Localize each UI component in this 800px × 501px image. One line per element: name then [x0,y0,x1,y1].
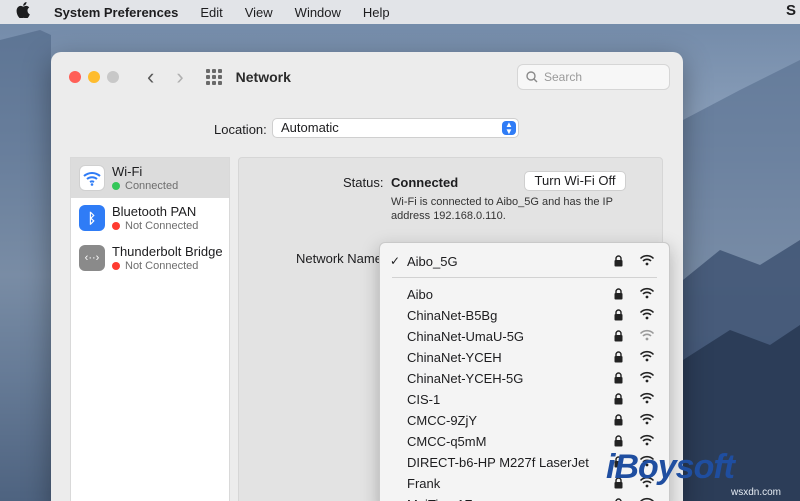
window-title: Network [235,69,291,85]
checkmark-icon: ✓ [390,254,401,268]
lock-icon [614,414,623,429]
wifi-signal-icon [639,308,655,323]
menu-bar: System Preferences Edit View Window Help… [0,0,800,24]
menu-app-name[interactable]: System Preferences [54,5,178,20]
zoom-button[interactable] [107,71,119,83]
network-item[interactable]: ChinaNet-B5Bg [380,305,669,326]
network-name: ChinaNet-YCEH-5G [407,371,524,386]
status-dot-icon [112,181,120,190]
iboysoft-logo: iBoysoft [606,448,735,486]
network-name-label: Network Name [296,251,382,266]
menu-help[interactable]: Help [363,5,390,20]
minimize-button[interactable] [88,71,100,83]
lock-icon [614,351,623,366]
network-name: Frank [407,476,441,491]
wifi-signal-icon [639,329,655,344]
network-service-list: Wi-Fi Connected ᛒ Bluetooth PAN Not Conn… [70,157,230,501]
lock-icon [614,330,623,345]
status-dot-icon [112,261,120,270]
service-name: Thunderbolt Bridge [112,243,223,259]
lock-icon [614,288,623,303]
wifi-signal-icon [639,287,655,302]
service-status-text: Not Connected [125,219,199,232]
menu-window[interactable]: Window [295,5,341,20]
wifi-signal-icon [639,371,655,386]
status-description: Wi-Fi is connected to Aibo_5G and has th… [391,196,613,222]
lock-icon [614,309,623,324]
wifi-signal-icon [639,434,655,449]
network-name: CMCC-q5mM [407,434,487,449]
service-status: Not Connected [112,219,198,233]
forward-arrow-icon[interactable]: › [176,66,183,88]
search-field[interactable]: Search [517,64,670,90]
network-item[interactable]: ChinaNet-YCEH [380,347,669,368]
location-select[interactable]: Automatic ▲ ▼ [272,118,519,138]
lock-icon [614,372,623,387]
network-name: CIS-1 [407,392,441,407]
network-item[interactable]: Aibo [380,284,669,305]
network-item[interactable]: CMCC-9ZjY [380,410,669,431]
lock-icon [614,393,623,408]
status-menu-icon[interactable]: S [786,2,796,19]
apple-menu-icon[interactable] [16,2,38,22]
status-dot-icon [112,221,120,230]
menu-edit[interactable]: Edit [200,5,222,20]
menu-view[interactable]: View [245,5,273,20]
menu-separator [392,277,657,278]
network-name: ChinaNet-YCEH [407,350,502,365]
service-name: Wi-Fi [112,163,143,179]
network-item[interactable]: ChinaNet-YCEH-5G [380,368,669,389]
location-label: Location: [214,122,267,137]
wifi-signal-icon [639,254,655,269]
bluetooth-icon: ᛒ [79,205,105,231]
network-name: Aibo [407,287,434,302]
service-name: Bluetooth PAN [112,203,197,219]
location-value: Automatic [281,120,339,135]
close-button[interactable] [69,71,81,83]
network-name: Aibo_5G [407,254,458,269]
service-bluetooth-pan[interactable]: ᛒ Bluetooth PAN Not Connected [71,198,229,238]
search-icon [526,71,538,83]
service-status-text: Not Connected [125,259,199,272]
service-thunderbolt-bridge[interactable]: ‹··› Thunderbolt Bridge Not Connected [71,238,229,278]
window-controls [69,71,119,83]
network-name: MaiTian-1F [407,497,472,501]
wifi-signal-icon [639,497,655,501]
thunderbolt-icon: ‹··› [79,245,105,271]
service-status: Not Connected [112,259,223,273]
show-all-grid-icon[interactable] [205,69,222,85]
turn-wifi-off-button[interactable]: Turn Wi-Fi Off [524,171,626,191]
network-name: ChinaNet-UmaU-5G [407,329,525,344]
search-placeholder: Search [544,70,583,84]
site-watermark: wsxdn.com [731,487,782,498]
network-name: DIRECT-b6-HP M227f LaserJet [407,455,589,470]
network-name: ChinaNet-B5Bg [407,308,498,323]
service-status: Connected [112,179,178,193]
chevron-updown-icon: ▲ ▼ [502,121,516,136]
title-bar: ‹ › Network Search [51,52,683,102]
network-item[interactable]: ChinaNet-UmaU-5G [380,326,669,347]
wifi-signal-icon [639,350,655,365]
service-status-text: Connected [125,179,179,192]
network-name: CMCC-9ZjY [407,413,478,428]
status-value: Connected [391,175,459,190]
wifi-signal-icon [639,413,655,428]
service-wifi[interactable]: Wi-Fi Connected [71,158,229,198]
wifi-signal-icon [639,392,655,407]
back-arrow-icon[interactable]: ‹ [147,66,154,88]
network-item[interactable]: MaiTian-1F [380,494,669,501]
status-label: Status: [343,175,384,190]
wifi-icon [79,165,105,191]
lock-icon [614,255,623,270]
network-item[interactable]: CIS-1 [380,389,669,410]
network-item-selected[interactable]: ✓ Aibo_5G [380,251,669,272]
